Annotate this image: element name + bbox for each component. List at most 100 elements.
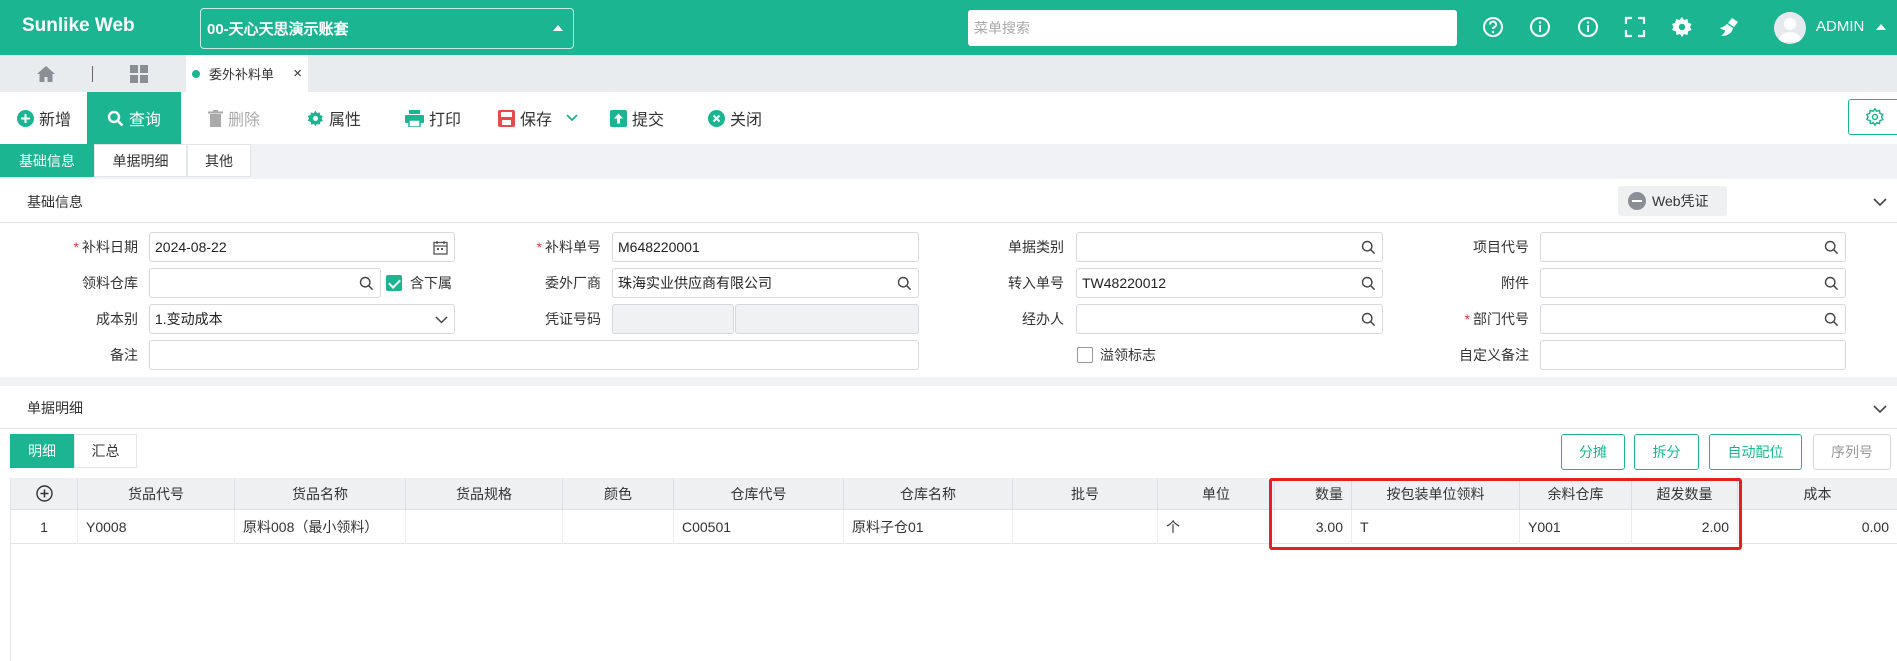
split-button[interactable]: 拆分	[1634, 434, 1699, 470]
cell-wh-code[interactable]: C00501	[674, 510, 844, 544]
clean-icon[interactable]	[1717, 15, 1741, 39]
supply-no-field[interactable]: M648220001	[612, 232, 919, 262]
delete-button[interactable]: 删除	[208, 92, 260, 144]
custom-remark-field[interactable]	[1540, 340, 1846, 370]
detail-grid: 货品代号 货品名称 货品规格 颜色 仓库代号 仓库名称 批号 单位 数量 按包装…	[10, 478, 1897, 661]
close-icon[interactable]: ×	[293, 65, 302, 82]
auto-batch-button[interactable]: 自动配位	[1709, 434, 1802, 470]
search-icon[interactable]	[1361, 312, 1376, 327]
search-icon[interactable]	[1824, 240, 1839, 255]
query-button[interactable]: 查询	[87, 92, 182, 144]
voucher-no-label: 凭证号码	[545, 311, 601, 327]
account-select[interactable]: 00-天心天思演示账套	[200, 8, 574, 49]
cell-item-code[interactable]: Y0008	[78, 510, 235, 544]
warehouse-field[interactable]	[149, 268, 381, 298]
col-spec[interactable]: 货品规格	[406, 478, 563, 510]
username[interactable]: ADMIN	[1816, 18, 1864, 35]
doc-type-field[interactable]	[1076, 232, 1383, 262]
properties-button[interactable]: 属性	[307, 92, 361, 144]
col-wh-name[interactable]: 仓库名称	[844, 478, 1013, 510]
cell-spec[interactable]	[406, 510, 563, 544]
col-item-code[interactable]: 货品代号	[78, 478, 235, 510]
chevron-down-icon[interactable]	[435, 316, 448, 324]
search-icon[interactable]	[1361, 276, 1376, 291]
submit-button-label: 提交	[632, 112, 665, 129]
table-row[interactable]: 1 Y0008 原料008（最小领料） C00501 原料子仓01 个 3.00…	[11, 510, 1897, 544]
col-remain-wh[interactable]: 余料仓库	[1520, 478, 1632, 510]
settings-icon[interactable]	[1670, 15, 1694, 39]
handler-field[interactable]	[1076, 304, 1383, 334]
tab-doc-details[interactable]: 单据明细	[94, 144, 187, 177]
include-sub-checkbox[interactable]	[386, 275, 402, 291]
menu-search[interactable]	[968, 10, 1457, 46]
save-button[interactable]: 保存	[498, 92, 578, 144]
menu-search-input[interactable]	[974, 20, 1457, 36]
tab-basic-info[interactable]: 基础信息	[0, 144, 94, 177]
cell-unit[interactable]: 个	[1158, 510, 1275, 544]
avatar[interactable]	[1774, 12, 1806, 44]
print-button[interactable]: 打印	[405, 92, 461, 144]
supply-date-field[interactable]: 2024-08-22	[149, 232, 455, 262]
project-code-field[interactable]	[1540, 232, 1846, 262]
calendar-icon[interactable]	[433, 240, 448, 255]
search-icon[interactable]	[1361, 240, 1376, 255]
search-icon	[107, 110, 124, 127]
overflow-flag-checkbox[interactable]	[1077, 347, 1093, 363]
col-qty[interactable]: 数量	[1275, 478, 1352, 510]
apps-grid-icon[interactable]	[130, 65, 148, 86]
minus-circle-icon	[1628, 192, 1646, 210]
tab-outsource-supply[interactable]: 委外补料单 ×	[186, 55, 308, 92]
about-icon[interactable]	[1576, 15, 1600, 39]
cell-wh-name[interactable]: 原料子仓01	[844, 510, 1013, 544]
home-icon[interactable]	[36, 65, 56, 86]
fullscreen-icon[interactable]	[1623, 15, 1647, 39]
cell-qty[interactable]: 3.00	[1275, 510, 1352, 544]
cell-batch[interactable]	[1013, 510, 1158, 544]
transfer-no-field[interactable]: TW48220012	[1076, 268, 1383, 298]
search-icon[interactable]	[1824, 312, 1839, 327]
info-icon[interactable]	[1528, 15, 1552, 39]
allocate-button[interactable]: 分摊	[1561, 434, 1625, 470]
col-batch[interactable]: 批号	[1013, 478, 1158, 510]
basic-info-title: 基础信息	[27, 194, 83, 210]
col-color[interactable]: 颜色	[563, 478, 674, 510]
vendor-field[interactable]: 珠海实业供应商有限公司	[612, 268, 919, 298]
serial-button[interactable]: 序列号	[1813, 434, 1891, 470]
collapse-chevron-icon[interactable]	[1873, 194, 1887, 210]
web-voucher-button[interactable]: Web凭证	[1618, 186, 1727, 216]
col-cost[interactable]: 成本	[1738, 478, 1897, 510]
dept-code-field[interactable]	[1540, 304, 1846, 334]
cell-by-pack[interactable]: T	[1352, 510, 1520, 544]
cell-remain-wh[interactable]: Y001	[1520, 510, 1632, 544]
layout-settings-button[interactable]	[1848, 99, 1897, 135]
col-unit[interactable]: 单位	[1158, 478, 1275, 510]
col-by-pack[interactable]: 按包装单位领料	[1352, 478, 1520, 510]
search-icon[interactable]	[1824, 276, 1839, 291]
tab-summary[interactable]: 汇总	[74, 434, 137, 468]
tab-detail[interactable]: 明细	[10, 434, 74, 468]
submit-button[interactable]: 提交	[610, 92, 664, 144]
user-caret-icon[interactable]	[1876, 24, 1886, 30]
new-button[interactable]: 新增	[17, 92, 71, 144]
help-icon[interactable]	[1481, 15, 1505, 39]
col-item-name[interactable]: 货品名称	[235, 478, 406, 510]
add-row-button[interactable]	[11, 478, 78, 510]
tab-other[interactable]: 其他	[187, 144, 251, 177]
col-over-qty[interactable]: 超发数量	[1632, 478, 1738, 510]
cell-item-name[interactable]: 原料008（最小领料）	[235, 510, 406, 544]
search-icon[interactable]	[897, 276, 912, 291]
grid-header: 货品代号 货品名称 货品规格 颜色 仓库代号 仓库名称 批号 单位 数量 按包装…	[11, 478, 1897, 510]
details-title: 单据明细	[27, 400, 83, 416]
remark-field[interactable]	[149, 340, 919, 370]
search-icon[interactable]	[359, 276, 374, 291]
cell-color[interactable]	[563, 510, 674, 544]
cell-over-qty[interactable]: 2.00	[1632, 510, 1738, 544]
collapse-chevron-icon[interactable]	[1873, 401, 1887, 417]
col-wh-code[interactable]: 仓库代号	[674, 478, 844, 510]
cell-cost[interactable]: 0.00	[1738, 510, 1897, 544]
chevron-down-icon[interactable]	[566, 109, 578, 127]
divider	[0, 428, 1897, 429]
cost-type-select[interactable]: 1.变动成本	[149, 304, 455, 334]
attachment-field[interactable]	[1540, 268, 1846, 298]
close-button[interactable]: 关闭	[708, 92, 762, 144]
